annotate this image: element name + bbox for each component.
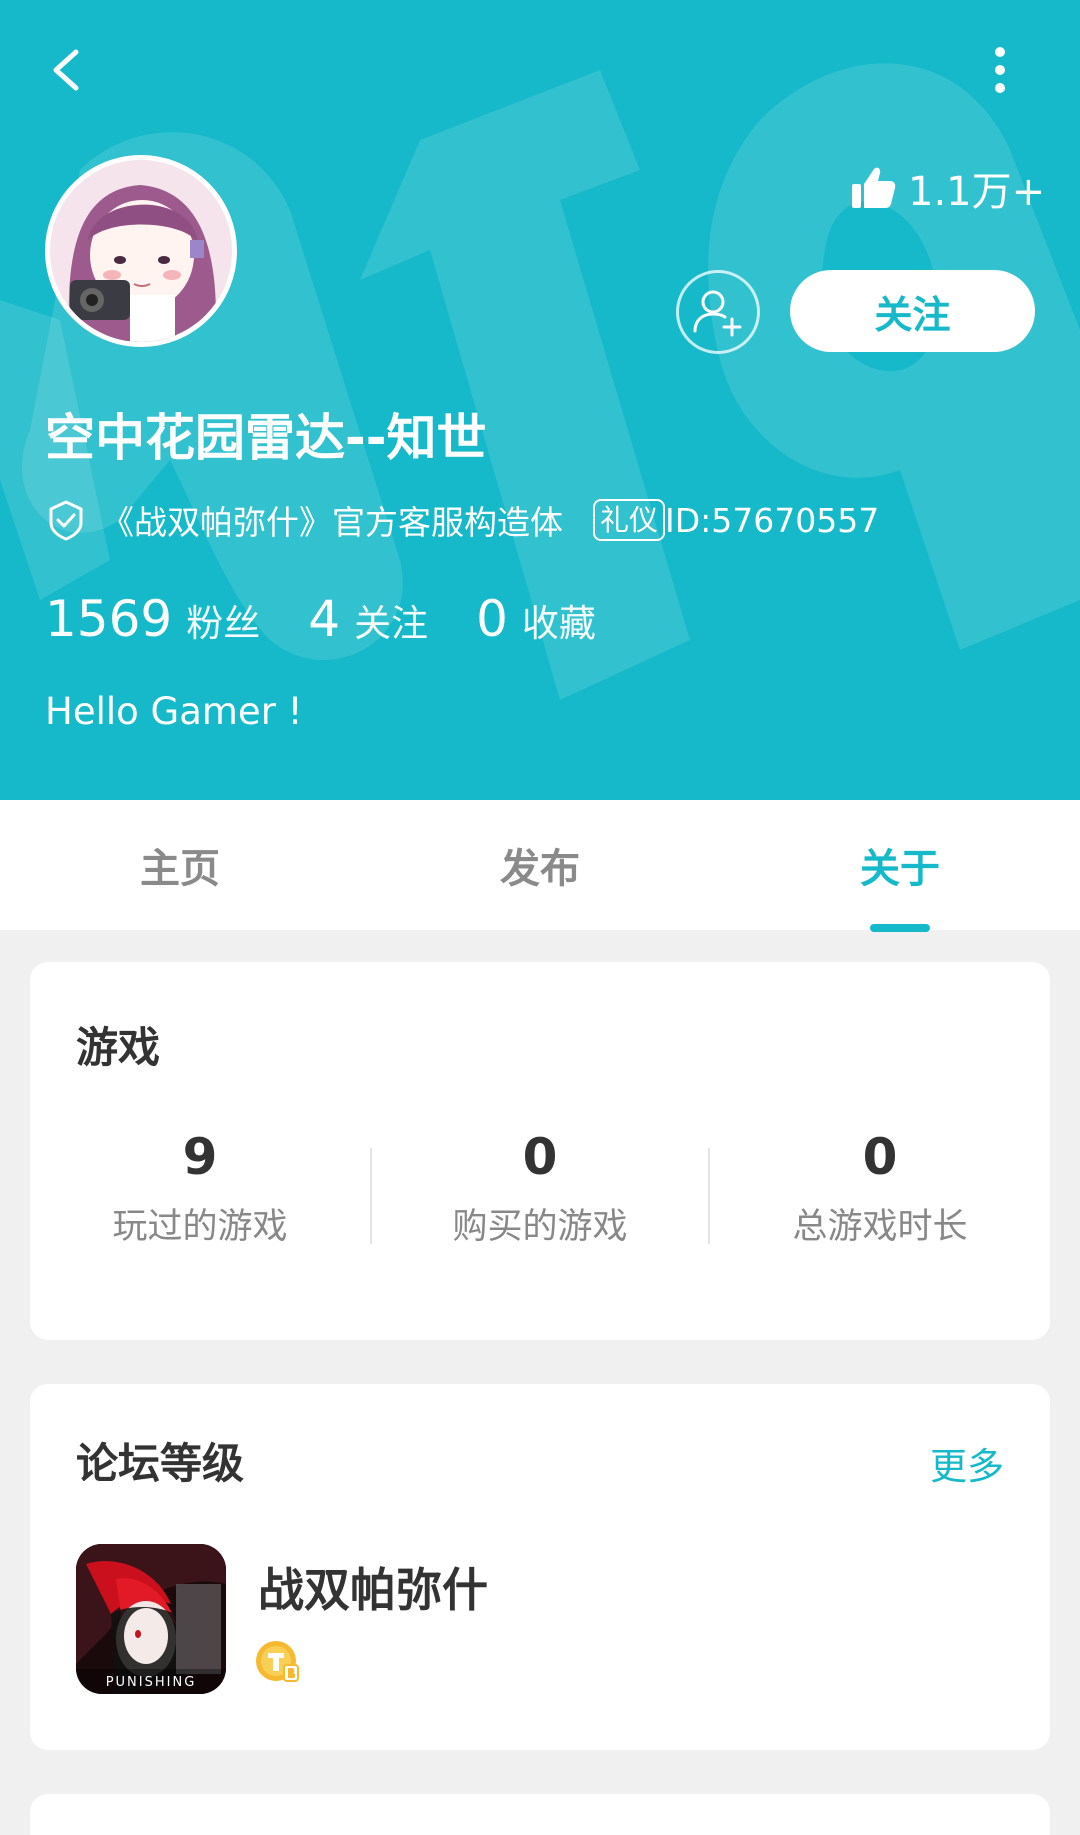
following-label[interactable]: 关注 <box>354 593 428 647</box>
game-name[interactable]: 战双帕弥什 <box>258 1554 488 1620</box>
games-card: 游戏 9 玩过的游戏 0 购买的游戏 0 总游戏时长 <box>30 962 1050 1340</box>
tab-about[interactable]: 关于 <box>720 800 1080 930</box>
favorites-count: 0 <box>476 590 508 648</box>
profile-stats: 1569 粉丝 4 关注 0 收藏 <box>45 590 644 650</box>
games-card-title: 游戏 <box>76 1023 161 1072</box>
more-link[interactable]: 更多 <box>930 1436 1004 1490</box>
game-icon-text: PUNISHING <box>106 1675 197 1690</box>
likes-count: 1.1万+ <box>908 169 1046 215</box>
likes-counter: 1.1万+ <box>850 160 1045 216</box>
game-icon-image: PUNISHING <box>76 1544 226 1694</box>
played-games-label: 玩过的游戏 <box>112 1207 288 1247</box>
add-friend-button[interactable] <box>676 270 760 354</box>
back-arrow-icon <box>53 49 79 91</box>
playtime-value: 0 <box>862 1128 898 1186</box>
game-stats: 9 玩过的游戏 0 购买的游戏 0 总游戏时长 <box>30 1122 1050 1262</box>
verified-shield-icon <box>49 500 83 541</box>
verification-text: 《战双帕弥什》官方客服构造体 <box>101 503 563 542</box>
tag-badge: 礼仪 <box>593 499 666 541</box>
verification-row: 《战双帕弥什》官方客服构造体 礼仪 ID:57670557 <box>45 496 879 544</box>
favorites-label[interactable]: 收藏 <box>522 593 596 647</box>
username: 空中花园雷达--知世 <box>45 409 487 467</box>
forum-level-card: 论坛等级 更多 PUNISHING 战双帕弥什 <box>30 1384 1050 1750</box>
fans-label[interactable]: 粉丝 <box>186 593 260 647</box>
playtime-stat[interactable]: 0 总游戏时长 <box>710 1122 1050 1249</box>
played-games-stat[interactable]: 9 玩过的游戏 <box>30 1122 370 1249</box>
purchased-games-stat[interactable]: 0 购买的游戏 <box>370 1122 710 1249</box>
played-games-count: 9 <box>182 1128 218 1186</box>
more-options-button[interactable] <box>975 40 1025 100</box>
playtime-label: 总游戏时长 <box>792 1207 968 1247</box>
next-card <box>30 1794 1050 1835</box>
follow-button[interactable]: 关注 <box>790 270 1035 352</box>
game-icon[interactable]: PUNISHING <box>76 1544 226 1694</box>
purchased-games-label: 购买的游戏 <box>452 1207 628 1247</box>
bio: Hello Gamer ! <box>45 690 303 733</box>
tab-indicator <box>870 924 930 932</box>
user-id: ID:57670557 <box>665 500 880 540</box>
forum-level-title: 论坛等级 <box>76 1439 245 1488</box>
purchased-games-count: 0 <box>522 1128 558 1186</box>
thumbs-up-icon <box>852 167 896 208</box>
more-vertical-icon <box>995 47 1005 93</box>
add-friend-icon <box>693 290 742 337</box>
level-coin-icon <box>256 1641 299 1682</box>
tab-home[interactable]: 主页 <box>0 800 360 930</box>
fans-count: 1569 <box>45 590 173 648</box>
profile-header: 1.1万+ 关注 空中花园雷达--知世 《战双帕弥什》官方客服构造体 礼仪 ID… <box>0 0 1080 800</box>
back-button[interactable] <box>38 40 98 100</box>
following-count: 4 <box>308 590 341 648</box>
avatar-image <box>50 160 232 342</box>
profile-tabs: 主页 发布 关于 <box>0 800 1080 930</box>
tab-posts[interactable]: 发布 <box>360 800 720 930</box>
avatar[interactable] <box>45 155 237 347</box>
